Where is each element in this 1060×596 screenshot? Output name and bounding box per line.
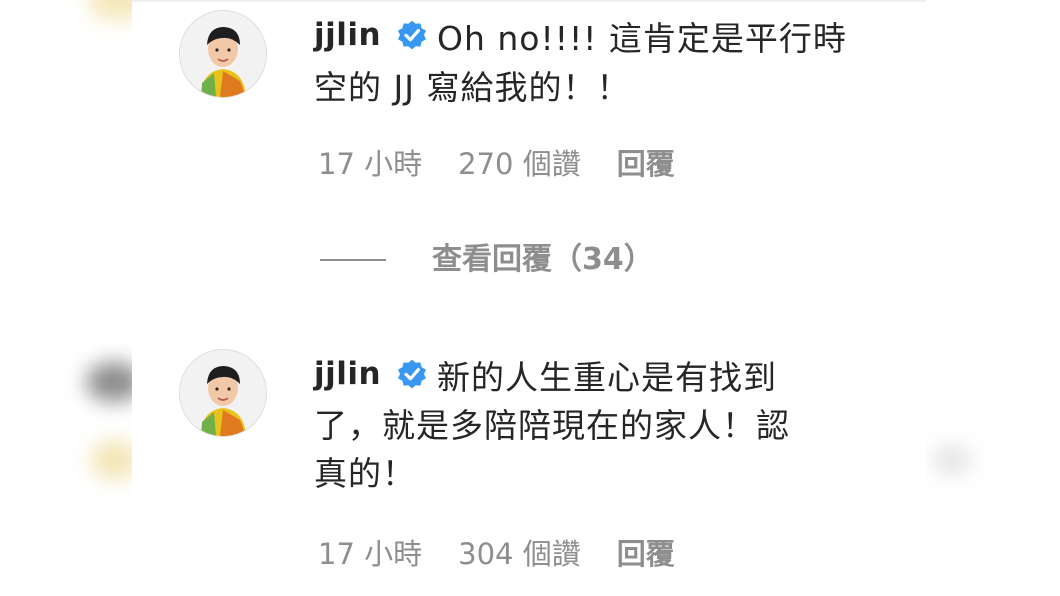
avatar[interactable] xyxy=(179,349,267,437)
background-blur-right xyxy=(932,444,972,476)
comment-text-line: 了，就是多陪陪現在的家人！認 xyxy=(314,406,790,445)
screenshot-stage: jjlin Oh no!!!! 這肯定是平行時 空的 JJ 寫給我的！！ 17 … xyxy=(0,0,1060,596)
avatar-image xyxy=(180,350,266,436)
comment-meta: 17 小時 270 個讚 回覆 xyxy=(318,150,675,179)
comment-text-continued: 真的！ xyxy=(314,450,416,497)
reply-button[interactable]: 回覆 xyxy=(617,540,675,569)
comment-text-line: 真的！ xyxy=(314,454,416,493)
comments-panel: jjlin Oh no!!!! 這肯定是平行時 空的 JJ 寫給我的！！ 17 … xyxy=(132,0,926,596)
view-replies-line xyxy=(320,259,386,261)
avatar-image xyxy=(180,11,266,97)
comment-username[interactable]: jjlin xyxy=(314,20,381,51)
comment-time[interactable]: 17 小時 xyxy=(318,150,422,179)
verified-badge-icon xyxy=(398,20,426,50)
view-replies-label: 查看回覆（34） xyxy=(432,242,654,277)
comment-text-continued: 了，就是多陪陪現在的家人！認 xyxy=(314,402,790,449)
comment-likes[interactable]: 270 個讚 xyxy=(458,150,581,179)
comment-text: Oh no!!!! 這肯定是平行時 xyxy=(437,15,847,62)
comment-text-line: 新的人生重心是有找到 xyxy=(437,358,777,397)
comment-text-continued: 空的 JJ 寫給我的！！ xyxy=(314,64,630,111)
comment-text: 新的人生重心是有找到 xyxy=(437,354,777,401)
verified-badge-icon xyxy=(398,359,426,389)
divider xyxy=(132,0,926,2)
comment-meta: 17 小時 304 個讚 回覆 xyxy=(318,540,675,569)
comment-text-line: 空的 JJ 寫給我的！！ xyxy=(314,68,631,107)
avatar[interactable] xyxy=(179,10,267,98)
comment-time[interactable]: 17 小時 xyxy=(318,540,422,569)
comment-text-line: Oh no!!!! 這肯定是平行時 xyxy=(437,19,847,58)
reply-button[interactable]: 回覆 xyxy=(617,150,675,179)
comment-likes[interactable]: 304 個讚 xyxy=(458,540,581,569)
view-replies-button[interactable]: 查看回覆（34） xyxy=(320,245,654,275)
comment-username[interactable]: jjlin xyxy=(314,359,381,390)
